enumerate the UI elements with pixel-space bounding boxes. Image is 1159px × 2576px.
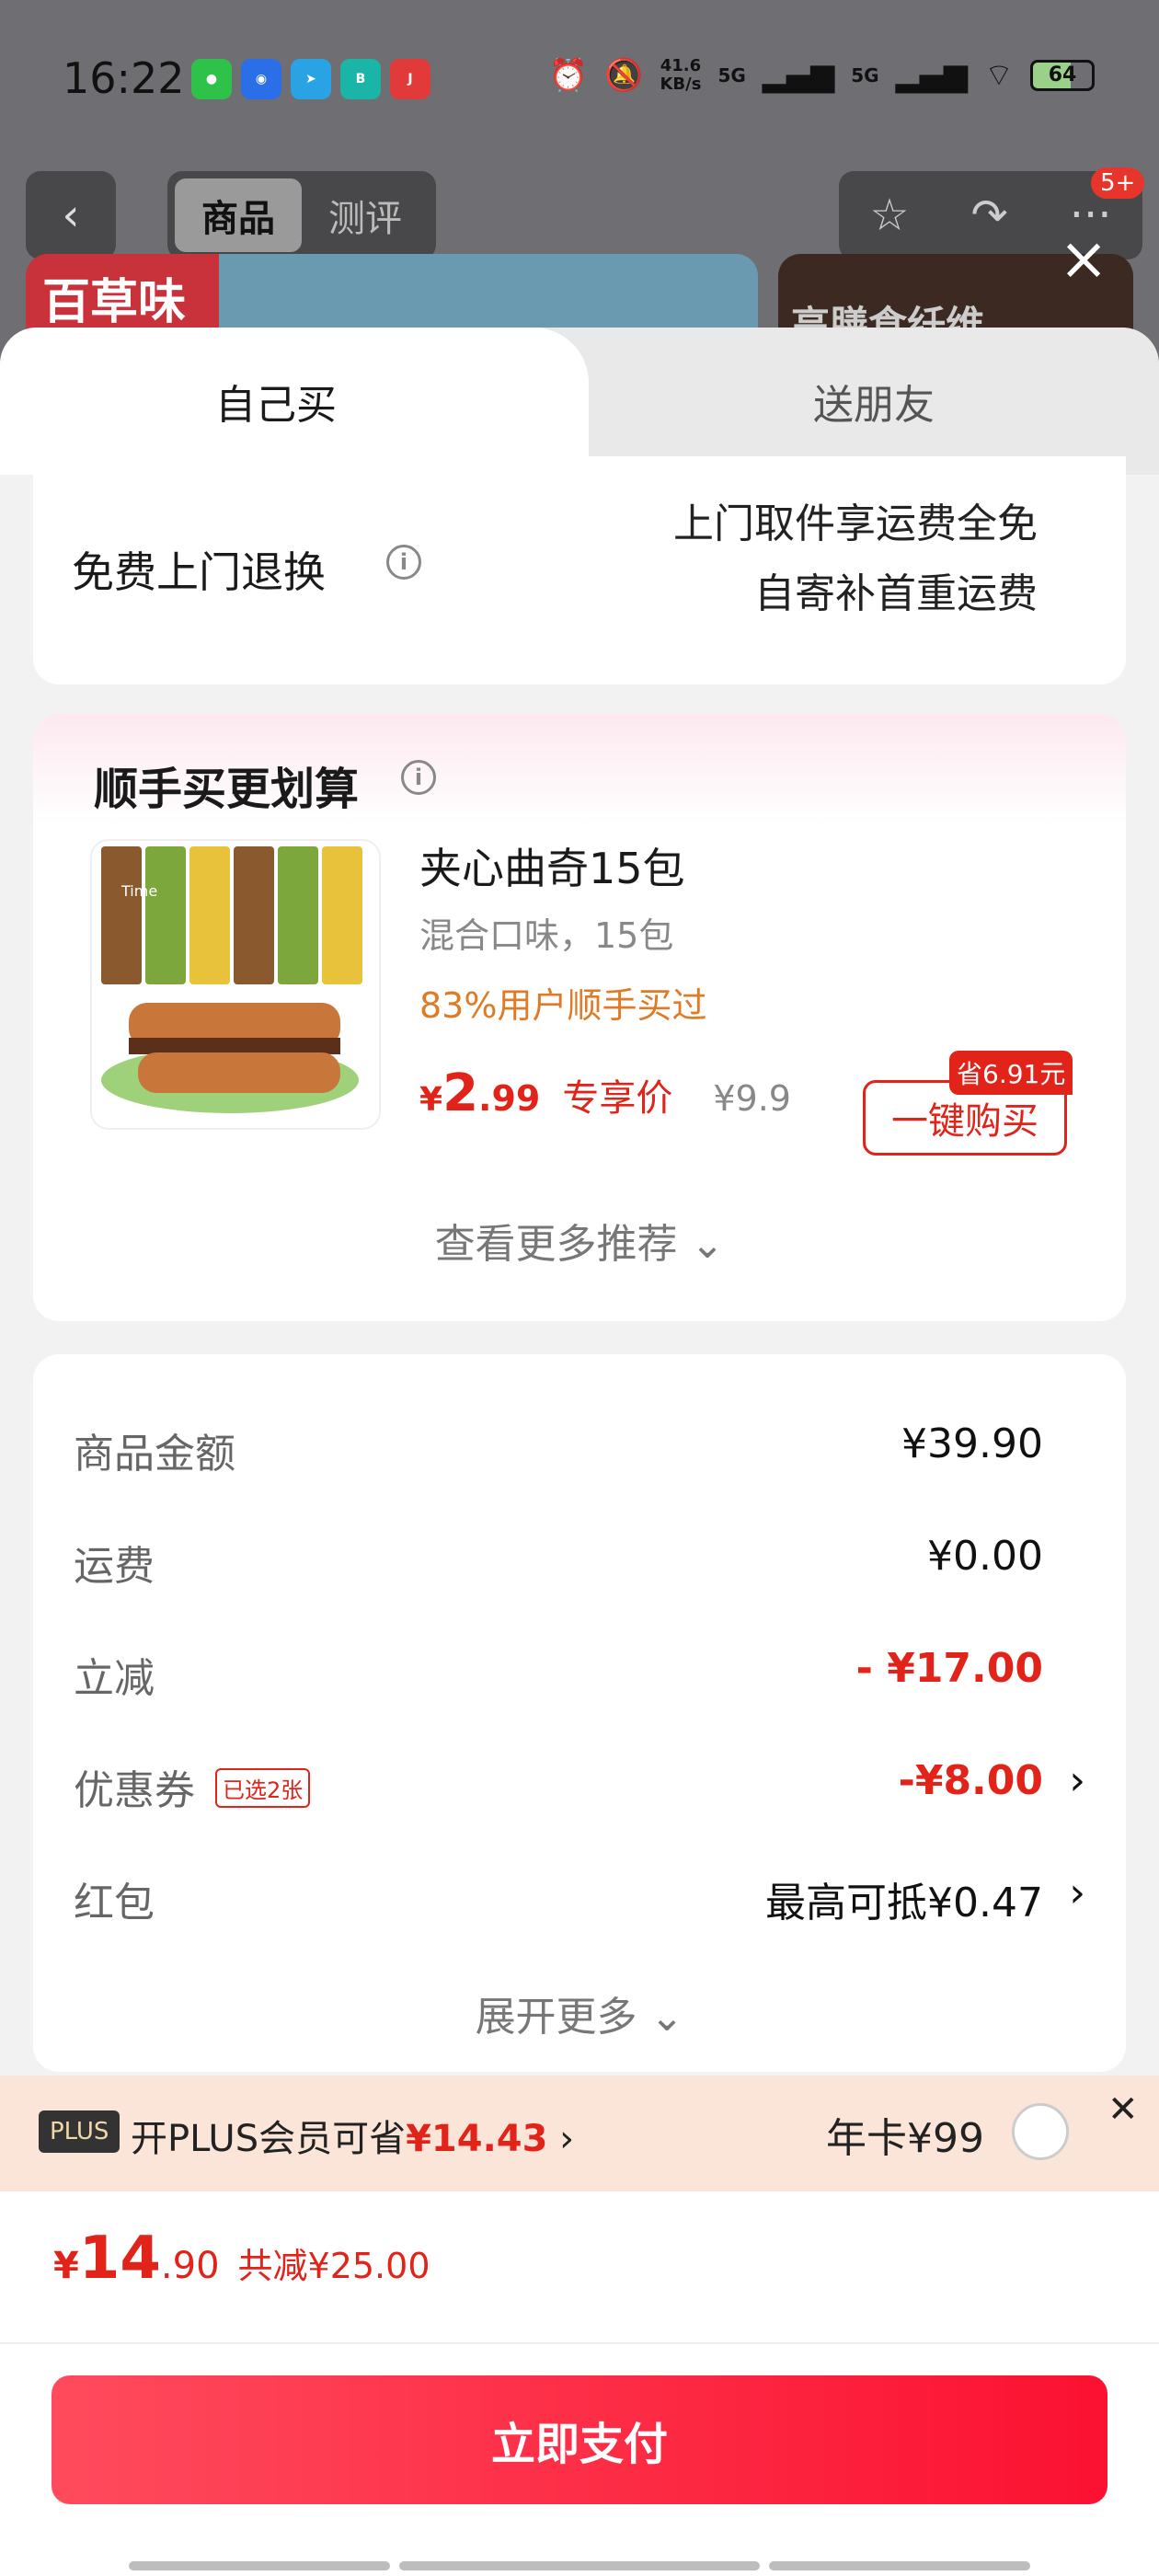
wifi-icon: ⌔ — [984, 57, 1014, 94]
tab-product[interactable]: 商品 — [175, 178, 302, 252]
alarm-icon: ⏰ — [548, 56, 589, 94]
chevron-down-icon: ⌄ — [649, 1994, 684, 2041]
signal-5g-label: 5G — [717, 63, 746, 86]
chevron-right-icon: › — [559, 2118, 575, 2160]
total-reduction: 共减¥25.00 — [237, 2246, 430, 2286]
cookie-image-icon: Time — [92, 841, 379, 1128]
product-name[interactable]: 夹心曲奇15包 — [419, 835, 685, 896]
system-icons: ⏰ 🔕 41.6 KB/s 5G ▂▄▆ 5G ▂▄▆ ⌔ 64 — [549, 55, 1095, 95]
signal-icon: ▂▄▆ — [762, 56, 835, 94]
chevron-left-icon: ‹ — [62, 190, 80, 241]
star-icon[interactable]: ☆ — [869, 190, 909, 241]
expand-more[interactable]: 展开更多 ⌄ — [33, 1984, 1126, 2042]
product-navbar: ‹ 商品 测评 ☆ ↷ ··· — [0, 171, 1159, 259]
return-policy: 上门取件享运费全免 自寄补首重运费 — [673, 489, 1038, 629]
info-icon[interactable]: i — [386, 545, 421, 580]
exclusive-price-tag: 专享价 — [562, 1077, 673, 1120]
app-icon: ◉ — [241, 59, 281, 99]
plus-badge: PLUS — [39, 2110, 120, 2153]
home-indicator-segment — [769, 2561, 1030, 2570]
close-icon[interactable]: ✕ — [1107, 2088, 1139, 2131]
banner-brand: 百草味 — [42, 275, 187, 330]
home-indicator-segment — [399, 2561, 760, 2570]
close-sheet-icon[interactable]: × — [1054, 230, 1113, 289]
status-bar: 16:22 ● ◉ ➤ B J ⏰ 🔕 41.6 KB/s 5G ▂▄▆ 5G … — [0, 46, 1159, 110]
return-policy-line2: 自寄补首重运费 — [754, 570, 1038, 617]
free-return-card: 免费上门退换 i 上门取件享运费全免 自寄补首重运费 — [33, 456, 1126, 684]
purchase-sheet: 送朋友 自己买 免费上门退换 i 上门取件享运费全免 自寄补首重运费 顺手买更划… — [0, 328, 1159, 2576]
svg-text:Time: Time — [120, 882, 157, 900]
original-price: ¥9.9 — [713, 1078, 791, 1119]
row-goods-amount: 商品金额 ¥39.90 — [74, 1420, 1043, 1478]
back-button[interactable]: ‹ — [26, 171, 116, 259]
message-badge: 5+ — [1091, 167, 1145, 199]
net-speed: 41.6 KB/s — [660, 55, 702, 94]
tab-review[interactable]: 测评 — [302, 178, 429, 252]
plus-radio[interactable] — [1012, 2103, 1069, 2160]
home-indicator-segment — [129, 2561, 390, 2570]
return-policy-line1: 上门取件享运费全免 — [673, 500, 1038, 547]
coupon-selected-tag: 已选2张 — [215, 1767, 311, 1808]
mute-icon: 🔕 — [604, 56, 644, 94]
wechat-icon: ● — [191, 59, 232, 99]
product-image[interactable]: Time — [90, 839, 381, 1130]
free-return-label: 免费上门退换 — [72, 547, 326, 597]
row-red-packet[interactable]: 红包 最高可抵¥0.47 › — [74, 1858, 1085, 1932]
telegram-icon: ➤ — [291, 59, 331, 99]
plus-year-card: 年卡¥99 — [826, 2115, 984, 2162]
jd-icon: J — [390, 59, 430, 99]
addon-recommend-card: 顺手买更划算 i Time 夹心曲奇15包 混合口味，15包 83%用户顺手买过… — [33, 714, 1126, 1321]
chevron-right-icon: › — [1069, 1869, 1085, 1916]
product-tabs: 商品 测评 — [167, 171, 436, 259]
buy-mode-tabs: 送朋友 自己买 — [0, 328, 1159, 475]
plus-member-bar[interactable]: PLUS 开PLUS会员可省¥14.43 › 年卡¥99 ✕ — [0, 2076, 1159, 2191]
divider — [0, 2342, 1159, 2344]
notification-icons: ● ◉ ➤ B J — [191, 59, 430, 99]
battery-icon: 64 — [1030, 59, 1095, 91]
product-spec: 混合口味，15包 — [419, 915, 674, 956]
boss-icon: B — [340, 59, 381, 99]
chevron-down-icon: ⌄ — [690, 1221, 725, 1268]
status-time: 16:22 — [63, 53, 185, 103]
chevron-right-icon: › — [1069, 1757, 1085, 1804]
addon-title: 顺手买更划算 — [94, 764, 360, 815]
product-bought-rate: 83%用户顺手买过 — [419, 985, 707, 1026]
signal-icon-2: ▂▄▆ — [895, 56, 969, 94]
row-shipping: 运费 ¥0.00 — [74, 1533, 1043, 1590]
info-icon[interactable]: i — [401, 760, 436, 795]
view-more-recommend[interactable]: 查看更多推荐 ⌄ — [33, 1211, 1126, 1270]
row-instant-discount: 立减 - ¥17.00 — [74, 1645, 1043, 1702]
pay-now-button[interactable]: 立即支付 — [52, 2375, 1107, 2504]
tab-buy-self[interactable]: 自己买 — [0, 328, 589, 475]
plus-promo-text[interactable]: 开PLUS会员可省¥14.43 › — [131, 2109, 574, 2162]
row-coupon[interactable]: 优惠券 已选2张 -¥8.00 › — [74, 1746, 1085, 1820]
tab-gift-friend[interactable]: 送朋友 — [589, 328, 1159, 475]
total-price: ¥ 14 .90 共减¥25.00 — [53, 2225, 430, 2293]
order-summary-card: 商品金额 ¥39.90 运费 ¥0.00 立减 - ¥17.00 优惠券 已选2张… — [33, 1354, 1126, 2072]
share-icon[interactable]: ↷ — [971, 190, 1008, 241]
product-price: ¥ 2 .99 专享价 ¥9.9 — [419, 1064, 791, 1123]
checkout-footer: ¥ 14 .90 共减¥25.00 立即支付 — [0, 2191, 1159, 2576]
signal-5g-label-2: 5G — [851, 63, 879, 86]
save-badge: 省6.91元 — [949, 1051, 1073, 1095]
